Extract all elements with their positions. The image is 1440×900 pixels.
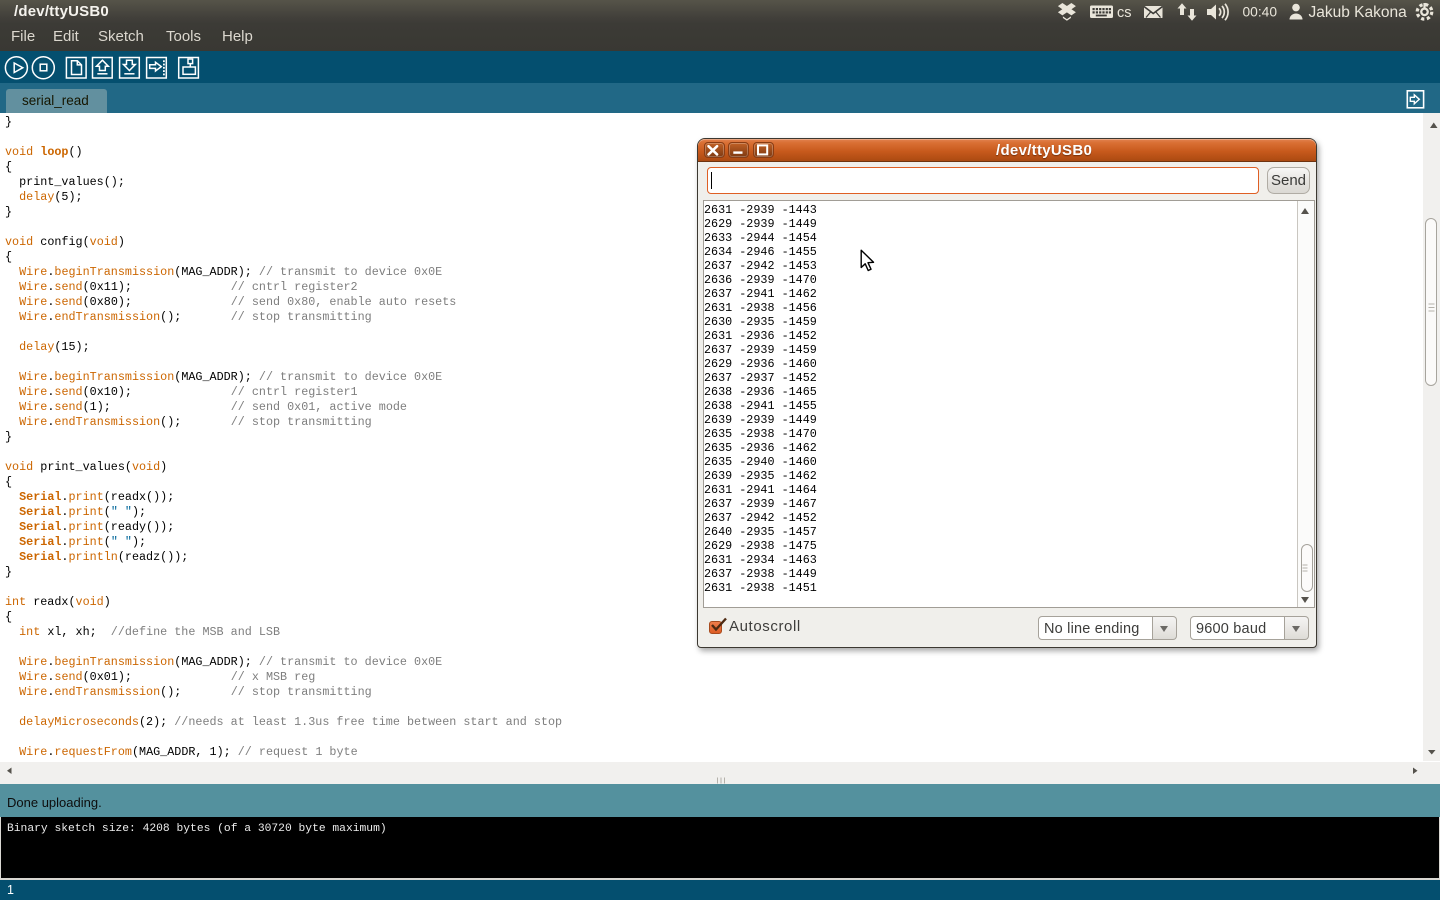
svg-text:cs: cs	[1117, 5, 1132, 21]
svg-text:00:40: 00:40	[1243, 5, 1278, 20]
svg-text:Jakub Kakona: Jakub Kakona	[1309, 4, 1408, 21]
